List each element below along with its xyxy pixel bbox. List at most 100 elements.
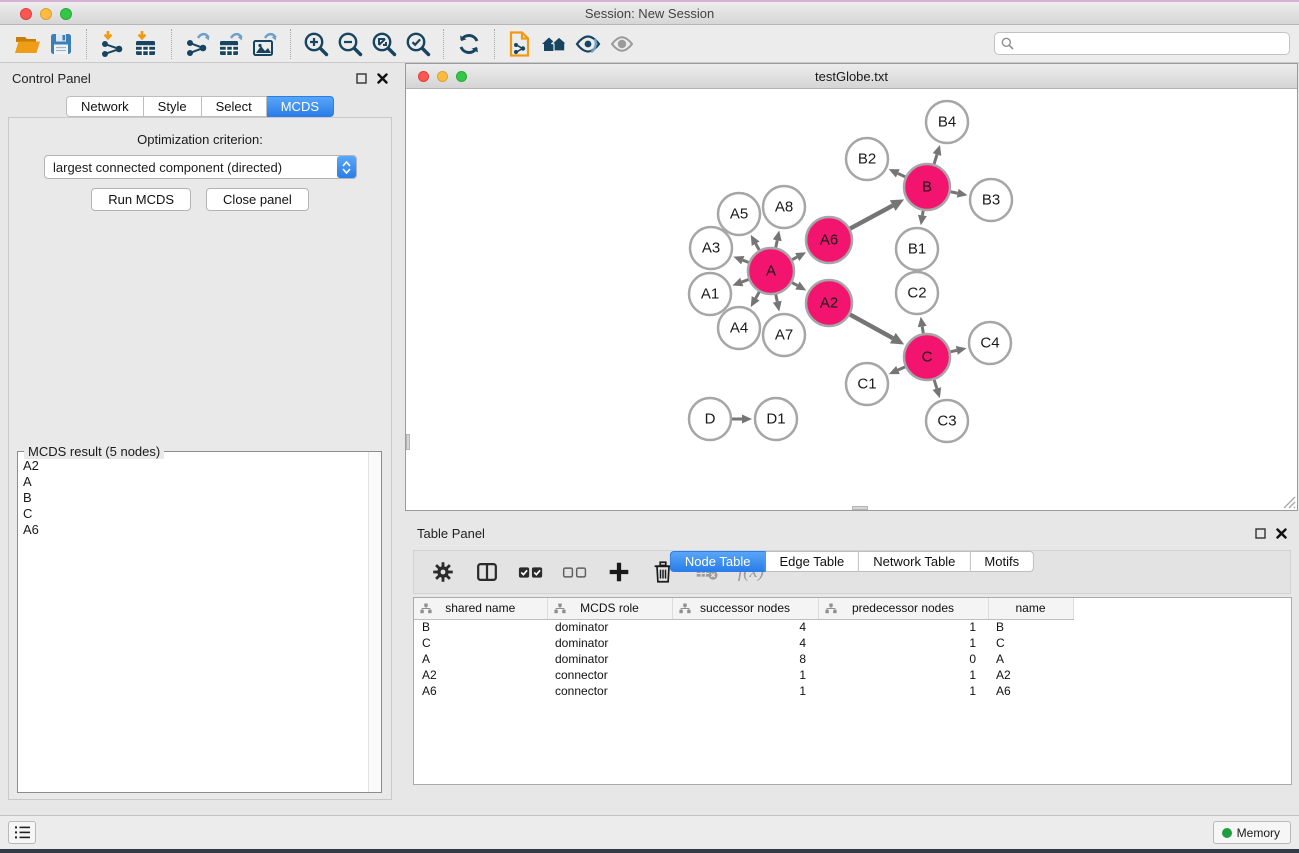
preview-eye-icon[interactable]: [605, 29, 639, 59]
tab-node-table[interactable]: Node Table: [670, 551, 766, 572]
close-panel-button[interactable]: Close panel: [206, 188, 309, 211]
table-cell[interactable]: dominator: [547, 635, 672, 651]
tab-network-table[interactable]: Network Table: [859, 551, 970, 572]
table-cell[interactable]: A: [414, 651, 547, 667]
close-window-button[interactable]: [20, 8, 32, 20]
zoom-network-window-button[interactable]: [456, 71, 467, 82]
column-header-mcds-role[interactable]: MCDS role: [547, 598, 672, 619]
table-cell[interactable]: A6: [414, 683, 547, 699]
mcds-result-item[interactable]: B: [23, 490, 381, 506]
graph-edge[interactable]: [934, 380, 937, 389]
graph-edge[interactable]: [922, 211, 923, 216]
close-network-window-button[interactable]: [418, 71, 429, 82]
memory-button[interactable]: Memory: [1213, 821, 1291, 844]
tab-mcds[interactable]: MCDS: [267, 96, 334, 117]
tab-edge-table[interactable]: Edge Table: [765, 551, 859, 572]
table-cell[interactable]: connector: [547, 683, 672, 699]
float-panel-icon[interactable]: [356, 73, 367, 84]
graph-edge-arrowhead: [733, 256, 744, 264]
zoom-fit-icon[interactable]: [367, 29, 401, 59]
resize-grip-icon[interactable]: [1283, 496, 1296, 509]
show-graphics-details-icon[interactable]: [571, 29, 605, 59]
table-cell[interactable]: dominator: [547, 651, 672, 667]
close-panel-icon[interactable]: [377, 73, 388, 84]
run-mcds-button[interactable]: Run MCDS: [91, 188, 191, 211]
zoom-out-icon[interactable]: [333, 29, 367, 59]
open-file-icon[interactable]: [10, 29, 44, 59]
refresh-view-icon[interactable]: [452, 29, 486, 59]
graph-edge[interactable]: [950, 350, 956, 351]
table-cell[interactable]: connector: [547, 667, 672, 683]
tab-network[interactable]: Network: [66, 96, 144, 117]
close-panel-icon[interactable]: [1276, 528, 1287, 539]
graph-edge[interactable]: [743, 260, 749, 262]
mcds-result-item[interactable]: A6: [23, 522, 381, 538]
float-panel-icon[interactable]: [1255, 528, 1266, 539]
new-session-from-network-icon[interactable]: [503, 29, 537, 59]
search-input[interactable]: [994, 32, 1290, 55]
show-column-panel-icon[interactable]: [472, 557, 502, 587]
mcds-result-item[interactable]: C: [23, 506, 381, 522]
column-settings-gear-icon[interactable]: [428, 557, 458, 587]
graph-edge-arrowhead: [933, 387, 942, 398]
mcds-result-item[interactable]: A: [23, 474, 381, 490]
import-network-icon[interactable]: [95, 29, 129, 59]
graph-node-label: A5: [730, 206, 748, 223]
graph-edge[interactable]: [756, 292, 760, 298]
task-history-button[interactable]: [8, 821, 36, 844]
minimize-network-window-button[interactable]: [437, 71, 448, 82]
graph-node-label: C1: [857, 376, 876, 393]
export-table-icon[interactable]: [214, 29, 248, 59]
zoom-in-icon[interactable]: [299, 29, 333, 59]
graph-edge[interactable]: [742, 279, 749, 282]
network-graph[interactable]: B4B2BB3A5A8A6B1A3AA1C2A2A4A7C4CC1C3DD1: [406, 90, 1297, 510]
graph-node-label: A4: [730, 320, 748, 337]
import-table-icon[interactable]: [129, 29, 163, 59]
table-cell[interactable]: A2: [414, 667, 547, 683]
zoom-selected-icon[interactable]: [401, 29, 435, 59]
home-network-view-icon[interactable]: [537, 29, 571, 59]
graph-edge[interactable]: [850, 315, 893, 339]
graph-edge[interactable]: [934, 154, 937, 164]
export-image-icon[interactable]: [248, 29, 282, 59]
graph-node-label: B1: [908, 241, 926, 258]
tab-motifs[interactable]: Motifs: [970, 551, 1034, 572]
optimization-criterion-select[interactable]: largest connected component (directed): [44, 155, 357, 179]
minimize-window-button[interactable]: [40, 8, 52, 20]
graph-edge[interactable]: [922, 327, 923, 334]
export-network-icon[interactable]: [180, 29, 214, 59]
splitter-handle[interactable]: [852, 506, 868, 510]
table-cell[interactable]: C: [414, 635, 547, 651]
add-column-icon[interactable]: [604, 557, 634, 587]
graph-edge[interactable]: [792, 283, 797, 286]
graph-node-label: D1: [766, 411, 785, 428]
deselect-all-columns-icon[interactable]: [560, 557, 590, 587]
table-cell[interactable]: dominator: [547, 619, 672, 635]
graph-edge[interactable]: [850, 206, 893, 229]
splitter-handle[interactable]: [406, 434, 410, 450]
graph-edge[interactable]: [898, 173, 905, 176]
graph-edge-arrowhead: [956, 346, 967, 355]
column-header-shared-name[interactable]: shared name: [414, 598, 547, 619]
tab-style[interactable]: Style: [144, 96, 202, 117]
network-canvas[interactable]: B4B2BB3A5A8A6B1A3AA1C2A2A4A7C4CC1C3DD1: [406, 90, 1297, 510]
graph-edge[interactable]: [776, 295, 777, 302]
graph-edge[interactable]: [776, 240, 777, 247]
tab-select[interactable]: Select: [202, 96, 267, 117]
save-session-icon[interactable]: [44, 29, 78, 59]
network-window-titlebar: testGlobe.txt: [406, 64, 1297, 89]
graph-edge[interactable]: [756, 244, 760, 250]
select-all-columns-icon[interactable]: [516, 557, 546, 587]
toolbar-separator: [171, 29, 172, 59]
table-cell[interactable]: B: [414, 619, 547, 635]
graph-edge[interactable]: [951, 192, 958, 193]
mcds-result-list[interactable]: A2ABCA6: [18, 452, 381, 792]
main-toolbar: [0, 25, 1299, 63]
graph-edge-arrowhead: [933, 145, 942, 156]
mcds-result-item[interactable]: A2: [23, 458, 381, 474]
graph-edge[interactable]: [792, 257, 797, 260]
graph-edge[interactable]: [898, 367, 905, 370]
result-list-scrollbar[interactable]: [368, 452, 381, 792]
mcds-result-box: MCDS result (5 nodes) A2ABCA6: [17, 451, 382, 793]
zoom-window-button[interactable]: [60, 8, 72, 20]
